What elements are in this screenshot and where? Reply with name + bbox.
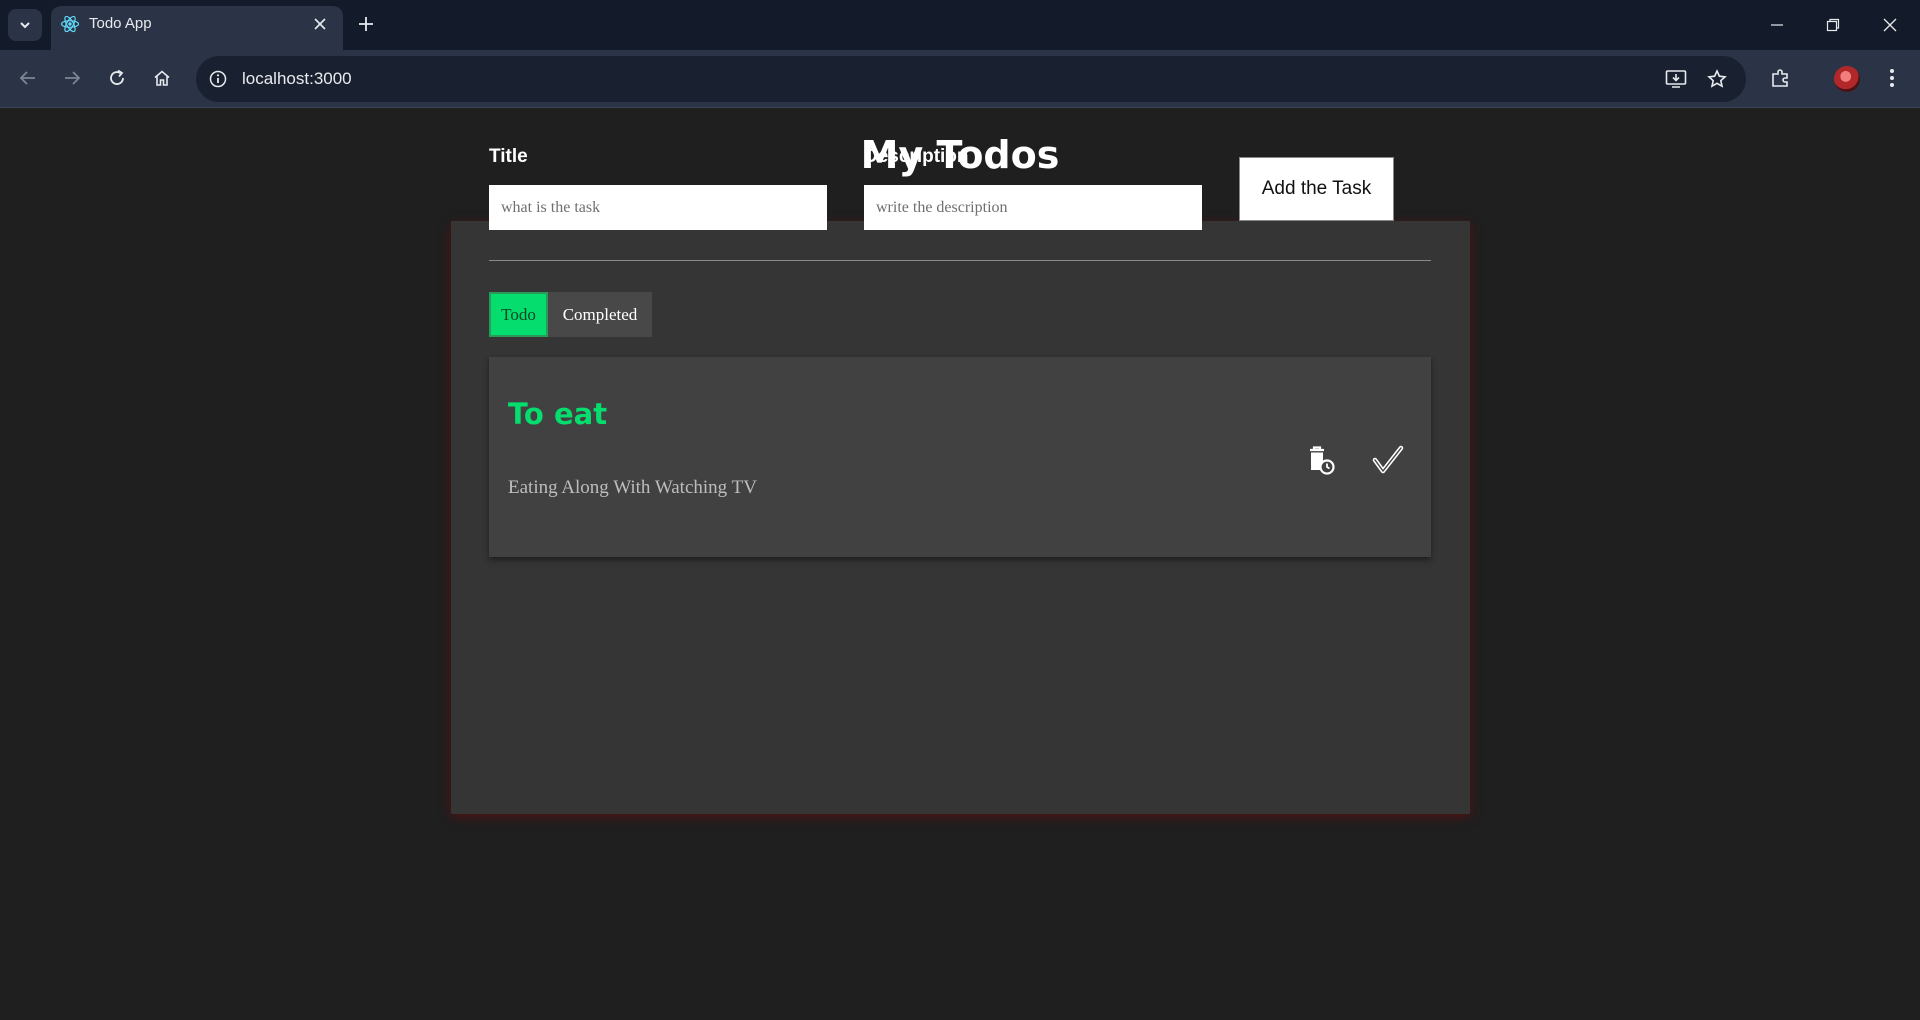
reload-button[interactable]: [102, 63, 132, 93]
filter-todo-button[interactable]: Todo: [489, 292, 548, 337]
puzzle-icon: [1772, 69, 1788, 87]
plus-icon: [359, 17, 373, 31]
todo-item: To eat Eating Along With Watching TV: [489, 357, 1431, 557]
star-icon: [1707, 69, 1727, 88]
todo-description: Eating Along With Watching TV: [508, 477, 757, 498]
new-tab-button[interactable]: [354, 12, 378, 36]
browser-menu-button[interactable]: [1879, 65, 1905, 91]
forward-button[interactable]: [57, 63, 87, 93]
minimize-button[interactable]: [1764, 12, 1790, 38]
filter-completed-button[interactable]: Completed: [548, 292, 652, 337]
restore-icon: [1826, 18, 1840, 32]
todo-title: To eat: [508, 397, 608, 431]
delete-icon: [1310, 446, 1335, 475]
address-bar[interactable]: localhost:3000: [196, 56, 1746, 102]
browser-tab-strip: Todo App: [0, 0, 1920, 50]
close-icon: [314, 18, 326, 30]
add-task-button[interactable]: Add the Task: [1239, 157, 1394, 221]
browser-toolbar: localhost:3000: [0, 50, 1920, 108]
info-icon: [209, 70, 227, 88]
tab-search-button[interactable]: [8, 9, 42, 41]
title-input[interactable]: [489, 185, 827, 230]
profile-avatar[interactable]: [1834, 66, 1860, 92]
install-icon: [1665, 70, 1687, 88]
title-label: Title: [489, 146, 528, 167]
home-button[interactable]: [147, 63, 177, 93]
page-viewport: My Todos: [0, 109, 1920, 1020]
description-label: Description: [864, 146, 969, 167]
close-icon: [1883, 18, 1897, 32]
extensions-button[interactable]: [1768, 65, 1794, 91]
check-icon: [1372, 445, 1404, 474]
window-close-button[interactable]: [1877, 12, 1903, 38]
more-vertical-icon: [1890, 69, 1894, 87]
chevron-down-icon: [20, 22, 30, 29]
install-app-button[interactable]: [1664, 67, 1688, 91]
arrow-left-icon: [19, 71, 35, 85]
minimize-icon: [1771, 24, 1783, 26]
arrow-right-icon: [65, 71, 81, 85]
back-button[interactable]: [13, 63, 43, 93]
bookmark-button[interactable]: [1705, 67, 1729, 91]
url-text[interactable]: localhost:3000: [242, 69, 352, 89]
home-icon: [154, 70, 170, 86]
react-favicon-icon: [60, 15, 80, 33]
description-input[interactable]: [864, 185, 1202, 230]
site-info-button[interactable]: [204, 65, 232, 93]
reload-icon: [110, 69, 124, 85]
delete-todo-button[interactable]: [1301, 441, 1339, 479]
tab-title: Todo App: [89, 15, 152, 32]
tab-close-button[interactable]: [310, 14, 330, 34]
restore-button[interactable]: [1820, 12, 1846, 38]
divider: [489, 260, 1431, 261]
complete-todo-button[interactable]: [1369, 441, 1407, 479]
